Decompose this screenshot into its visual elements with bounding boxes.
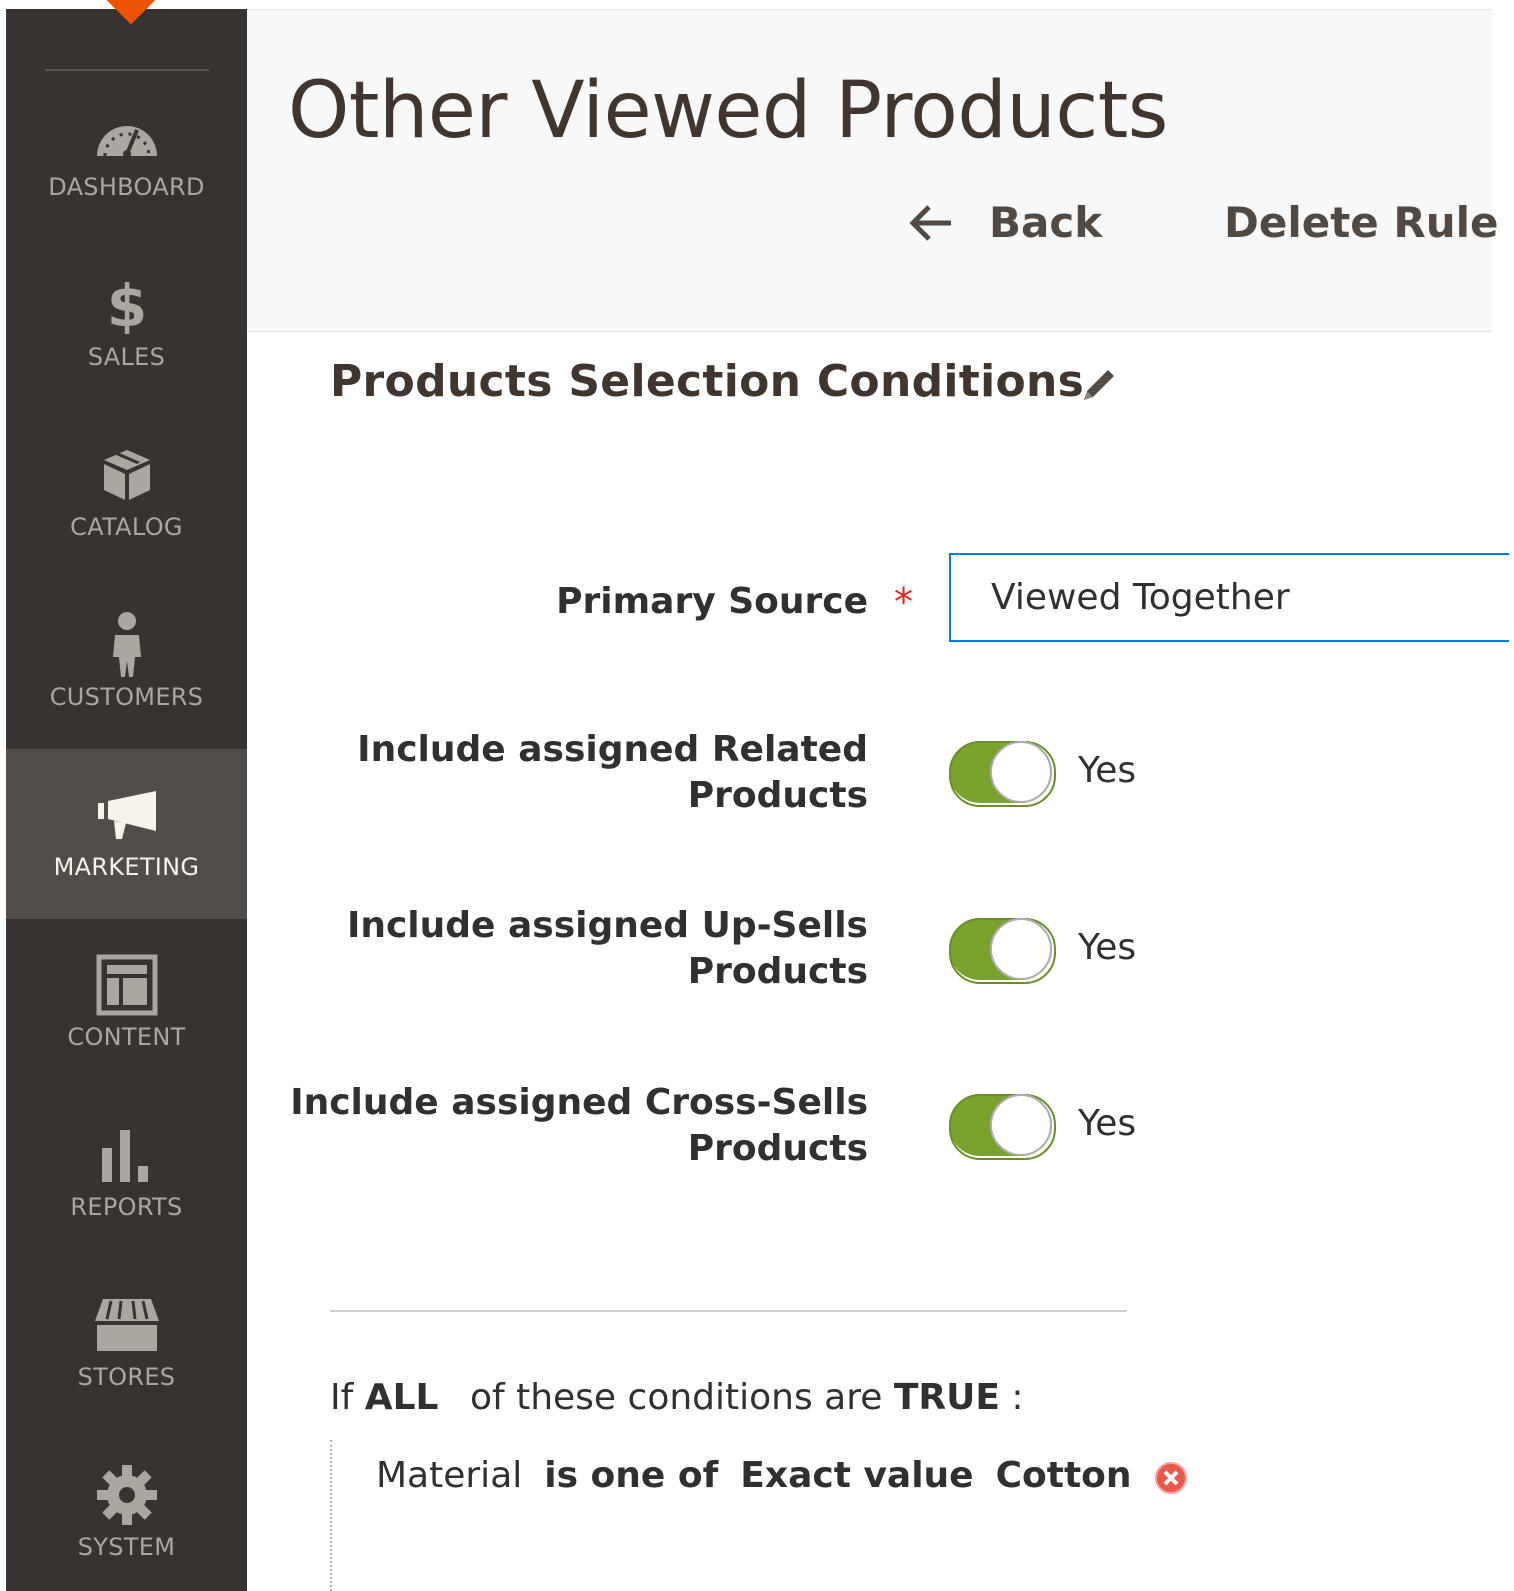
bar-chart-icon (92, 1127, 162, 1183)
include-related-toggle[interactable] (949, 741, 1056, 807)
pencil-icon[interactable] (1078, 364, 1120, 406)
sidebar-item-label: CUSTOMERS (49, 683, 204, 711)
back-button-label: Back (989, 198, 1103, 247)
sidebar-item-reports[interactable]: REPORTS (6, 1089, 247, 1259)
include-crosssells-label: Include assigned Cross-Sells Products (290, 1080, 868, 1172)
toggle-knob (990, 741, 1052, 803)
include-upsells-value: Yes (1078, 927, 1137, 968)
box-icon (92, 447, 162, 503)
sidebar-item-label: STORES (77, 1363, 176, 1391)
sidebar-item-label: SALES (87, 343, 166, 371)
sidebar-item-system[interactable]: SYSTEM (6, 1429, 247, 1591)
include-upsells-label: Include assigned Up-Sells Products (347, 903, 868, 995)
include-related-label: Include assigned Related Products (357, 727, 868, 819)
section-title: Products Selection Conditions (330, 356, 1085, 407)
person-icon (92, 612, 162, 677)
page-title: Other Viewed Products (288, 66, 1168, 156)
sidebar-item-customers[interactable]: CUSTOMERS (6, 579, 247, 749)
sidebar-item-label: REPORTS (70, 1193, 183, 1221)
storefront-icon (92, 1297, 162, 1353)
remove-condition-icon[interactable] (1154, 1461, 1188, 1495)
label-line: Products (687, 1128, 868, 1169)
dashboard-gauge-icon (92, 107, 162, 163)
conditions-middle: of these conditions are (469, 1377, 883, 1418)
primary-source-select[interactable]: Viewed Together (949, 553, 1509, 642)
layout-icon (92, 954, 162, 1016)
sidebar-item-label: CONTENT (67, 1023, 186, 1051)
sidebar-item-catalog[interactable]: CATALOG (6, 409, 247, 579)
conditions-header: If ALL of these conditions are TRUE : (330, 1377, 1024, 1418)
condition-value-link[interactable]: TRUE (894, 1377, 1000, 1418)
include-crosssells-toggle[interactable] (949, 1094, 1056, 1160)
required-mark: * (894, 580, 913, 624)
condition-value-type-link[interactable]: Exact value (740, 1455, 973, 1496)
sidebar-item-content[interactable]: CONTENT (6, 919, 247, 1089)
label-line: Include assigned Related (357, 729, 868, 770)
sidebar-item-marketing[interactable]: MARKETING (6, 749, 247, 919)
admin-sidebar: DASHBOARD $ SALES CATALOG CUSTOMERS MARK… (6, 9, 247, 1591)
sidebar-item-label: CATALOG (70, 513, 183, 541)
condition-operator-link[interactable]: is one of (544, 1455, 718, 1496)
sidebar-item-sales[interactable]: $ SALES (6, 239, 247, 409)
sidebar-item-label: SYSTEM (77, 1533, 176, 1561)
toggle-knob (990, 1094, 1052, 1156)
include-upsells-toggle[interactable] (949, 918, 1056, 984)
delete-rule-button[interactable]: Delete Rule (1224, 198, 1499, 247)
toggle-knob (990, 918, 1052, 980)
include-crosssells-value: Yes (1078, 1103, 1137, 1144)
condition-value-link[interactable]: Cotton (996, 1455, 1132, 1496)
magento-logo[interactable] (107, 0, 155, 30)
sidebar-item-stores[interactable]: STORES (6, 1259, 247, 1429)
sidebar-item-label: MARKETING (53, 853, 200, 881)
page-header: Other Viewed Products Back Delete Rule (247, 10, 1499, 332)
condition-row: Material is one of Exact value Cotton (376, 1455, 1188, 1496)
label-line: Include assigned Up-Sells (346, 905, 868, 946)
conditions-prefix: If (330, 1377, 354, 1418)
condition-attribute: Material (376, 1455, 523, 1496)
back-button[interactable]: Back (907, 198, 1102, 247)
megaphone-icon (92, 787, 162, 843)
label-line: Include assigned Cross-Sells (290, 1082, 868, 1123)
sidebar-item-dashboard[interactable]: DASHBOARD (6, 69, 247, 239)
conditions-tree-border (330, 1440, 332, 1591)
arrow-left-icon (909, 204, 951, 241)
label-line: Products (687, 951, 868, 992)
gear-icon (92, 1465, 162, 1525)
label-line: Products (687, 775, 868, 816)
include-related-value: Yes (1078, 750, 1137, 791)
section-divider (330, 1310, 1127, 1312)
dollar-icon: $ (92, 276, 162, 334)
svg-text:$: $ (107, 276, 147, 334)
conditions-suffix: : (1011, 1377, 1024, 1418)
primary-source-label: Primary Source (556, 581, 868, 622)
aggregator-link[interactable]: ALL (365, 1377, 439, 1418)
sidebar-item-label: DASHBOARD (48, 173, 205, 201)
